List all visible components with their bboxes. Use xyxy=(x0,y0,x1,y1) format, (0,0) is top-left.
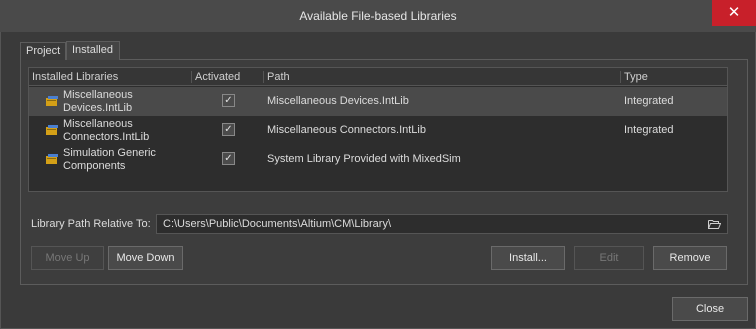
library-icon xyxy=(46,96,58,106)
library-name: Miscellaneous Connectors.IntLib xyxy=(63,118,150,143)
column-separator[interactable] xyxy=(620,71,621,83)
library-path-label: Library Path Relative To: xyxy=(31,218,151,230)
activated-checkbox[interactable]: ✓ xyxy=(222,94,235,107)
library-path-field[interactable]: C:\Users\Public\Documents\Altium\CM\Libr… xyxy=(156,214,728,234)
library-name: Simulation Generic Components xyxy=(63,147,156,172)
remove-button[interactable]: Remove xyxy=(653,246,727,270)
edit-button[interactable]: Edit xyxy=(574,246,644,270)
close-button[interactable]: Close xyxy=(672,297,748,321)
move-down-button[interactable]: Move Down xyxy=(108,246,183,270)
column-header-type[interactable]: Type xyxy=(624,68,648,86)
column-header-activated[interactable]: Activated xyxy=(195,68,240,86)
library-path: Miscellaneous Connectors.IntLib xyxy=(267,124,426,136)
activated-checkbox[interactable]: ✓ xyxy=(222,123,235,136)
tab-installed[interactable]: Installed xyxy=(66,41,120,60)
installed-libraries-list[interactable]: Installed Libraries Activated Path Type … xyxy=(28,67,728,192)
library-icon xyxy=(46,125,58,135)
tab-project[interactable]: Project xyxy=(20,42,66,60)
table-row[interactable]: Miscellaneous Devices.IntLib ✓ Miscellan… xyxy=(29,87,727,116)
activated-checkbox[interactable]: ✓ xyxy=(222,152,235,165)
library-path: System Library Provided with MixedSim xyxy=(267,153,461,165)
column-header-installed-libraries[interactable]: Installed Libraries xyxy=(32,68,118,86)
window-title: Available File-based Libraries xyxy=(299,9,457,23)
table-row[interactable]: Miscellaneous Connectors.IntLib ✓ Miscel… xyxy=(29,116,727,145)
move-up-button[interactable]: Move Up xyxy=(31,246,104,270)
column-separator[interactable] xyxy=(191,71,192,83)
list-header: Installed Libraries Activated Path Type xyxy=(29,68,727,86)
install-button[interactable]: Install... xyxy=(491,246,565,270)
close-window-icon[interactable]: ✕ xyxy=(712,0,756,26)
folder-open-icon[interactable] xyxy=(708,219,721,229)
column-header-path[interactable]: Path xyxy=(267,68,290,86)
library-path: Miscellaneous Devices.IntLib xyxy=(267,95,409,107)
table-row[interactable]: Simulation Generic Components ✓ System L… xyxy=(29,145,727,174)
column-separator[interactable] xyxy=(263,71,264,83)
library-name: Miscellaneous Devices.IntLib xyxy=(63,89,133,114)
library-type: Integrated xyxy=(624,124,674,136)
library-icon xyxy=(46,154,58,164)
library-type: Integrated xyxy=(624,95,674,107)
